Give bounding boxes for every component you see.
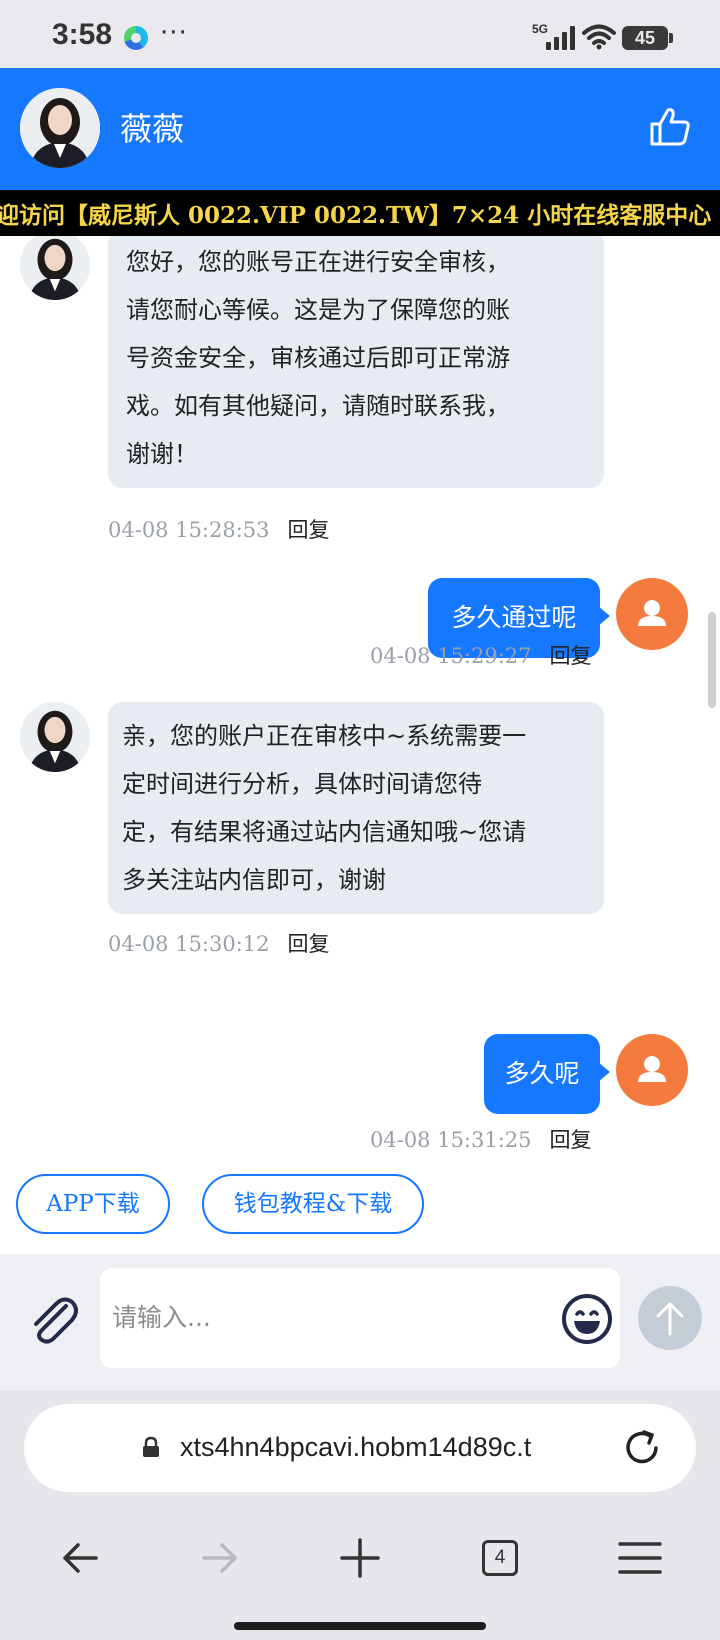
reply-button[interactable]: 回复	[550, 1128, 592, 1152]
edge-browser-icon	[124, 26, 148, 50]
tab-count: 4	[482, 1540, 518, 1576]
message-timestamp: 04-08 15:31:25	[370, 1128, 532, 1152]
thumbs-up-icon[interactable]	[648, 104, 692, 148]
new-tab-plus-icon[interactable]	[332, 1532, 388, 1584]
home-indicator[interactable]	[234, 1622, 486, 1630]
browser-address-bar: xts4hn4bpcavi.hobm14d89c.t	[0, 1390, 720, 1506]
agent-message-bubble: 亲，您的账户正在审核中~系统需要一 定时间进行分析，具体时间请您待 定，有结果将…	[108, 702, 604, 914]
message-timestamp: 04-08 15:28:53	[108, 518, 270, 542]
message-line: 请您耐心等候。这是为了保障您的账	[126, 296, 510, 324]
marquee-text: 迎访问【威尼斯人 0022.VIP 0022.TW】7×24 小时在线客服中心	[0, 202, 712, 229]
user-avatar	[616, 578, 688, 650]
reload-icon[interactable]	[620, 1426, 664, 1470]
user-avatar	[616, 1034, 688, 1106]
quick-action-bar: APP下载 钱包教程&下载	[0, 1154, 720, 1254]
scrollbar[interactable]	[708, 612, 716, 708]
lock-icon	[143, 1436, 159, 1457]
user-message-bubble: 多久呢	[484, 1034, 610, 1114]
person-icon	[638, 1056, 666, 1082]
message-meta: 04-08 15:30:12 回复	[108, 928, 330, 958]
message-line: 您好，您的账号正在进行安全审核，	[126, 248, 510, 276]
browser-nav-bar: 4	[0, 1506, 720, 1640]
message-line: 定，有结果将通过站内信通知哦~您请	[122, 818, 527, 846]
agent-name: 薇薇	[120, 110, 185, 148]
tabs-button[interactable]: 4	[472, 1532, 528, 1584]
message-meta: 04-08 15:28:53 回复	[108, 514, 330, 544]
message-line: 戏。如有其他疑问，请随时联系我，	[126, 392, 510, 420]
signal-icon	[546, 26, 576, 50]
message-meta: 04-08 15:29:27 回复	[370, 640, 592, 670]
message-timestamp: 04-08 15:29:27	[370, 644, 532, 668]
chat-header: 薇薇	[0, 68, 720, 190]
emoji-icon[interactable]	[560, 1292, 614, 1346]
reply-button[interactable]: 回复	[550, 644, 592, 668]
url-text: xts4hn4bpcavi.hobm14d89c.t	[180, 1432, 532, 1462]
message-input-row: 请输入...	[0, 1254, 720, 1390]
status-bar: 3:58 ··· 5G 45	[0, 0, 720, 68]
input-placeholder: 请输入...	[112, 1303, 211, 1332]
message-timestamp: 04-08 15:30:12	[108, 932, 270, 956]
agent-avatar[interactable]	[20, 88, 100, 168]
message-line: 多关注站内信即可，谢谢	[122, 866, 386, 894]
forward-arrow-icon[interactable]	[192, 1532, 248, 1584]
message-line: 号资金安全，审核通过后即可正常游	[126, 344, 510, 372]
menu-icon[interactable]	[612, 1532, 668, 1584]
battery-icon: 45	[622, 26, 673, 50]
reply-button[interactable]: 回复	[288, 932, 330, 956]
agent-avatar	[20, 702, 90, 772]
send-button[interactable]	[638, 1286, 702, 1350]
arrow-up-icon	[656, 1302, 684, 1336]
wifi-icon	[582, 24, 616, 50]
person-icon	[638, 600, 666, 626]
agent-message-bubble: 您好，您的账号正在进行安全审核， 请您耐心等候。这是为了保障您的账 号资金安全，…	[108, 236, 604, 488]
message-meta: 04-08 15:31:25 回复	[370, 1124, 592, 1154]
message-input[interactable]: 请输入...	[100, 1268, 620, 1368]
chat-message-list[interactable]: 您好，您的账号正在进行安全审核， 请您耐心等候。这是为了保障您的账 号资金安全，…	[0, 236, 720, 1154]
agent-avatar	[20, 236, 90, 300]
app-download-button[interactable]: APP下载	[16, 1174, 170, 1234]
status-time: 3:58	[52, 18, 113, 51]
message-line: 定时间进行分析，具体时间请您待	[122, 770, 482, 798]
attachment-icon[interactable]	[24, 1292, 80, 1348]
reply-button[interactable]: 回复	[288, 518, 330, 542]
message-line: 谢谢！	[126, 440, 198, 468]
announcement-marquee: 迎访问【威尼斯人 0022.VIP 0022.TW】7×24 小时在线客服中心	[0, 190, 720, 236]
wallet-tutorial-button[interactable]: 钱包教程&下载	[202, 1174, 424, 1234]
back-arrow-icon[interactable]	[52, 1532, 108, 1584]
url-field[interactable]: xts4hn4bpcavi.hobm14d89c.t	[24, 1404, 696, 1492]
more-notifications-icon: ···	[160, 18, 188, 48]
message-line: 亲，您的账户正在审核中~系统需要一	[122, 722, 527, 750]
